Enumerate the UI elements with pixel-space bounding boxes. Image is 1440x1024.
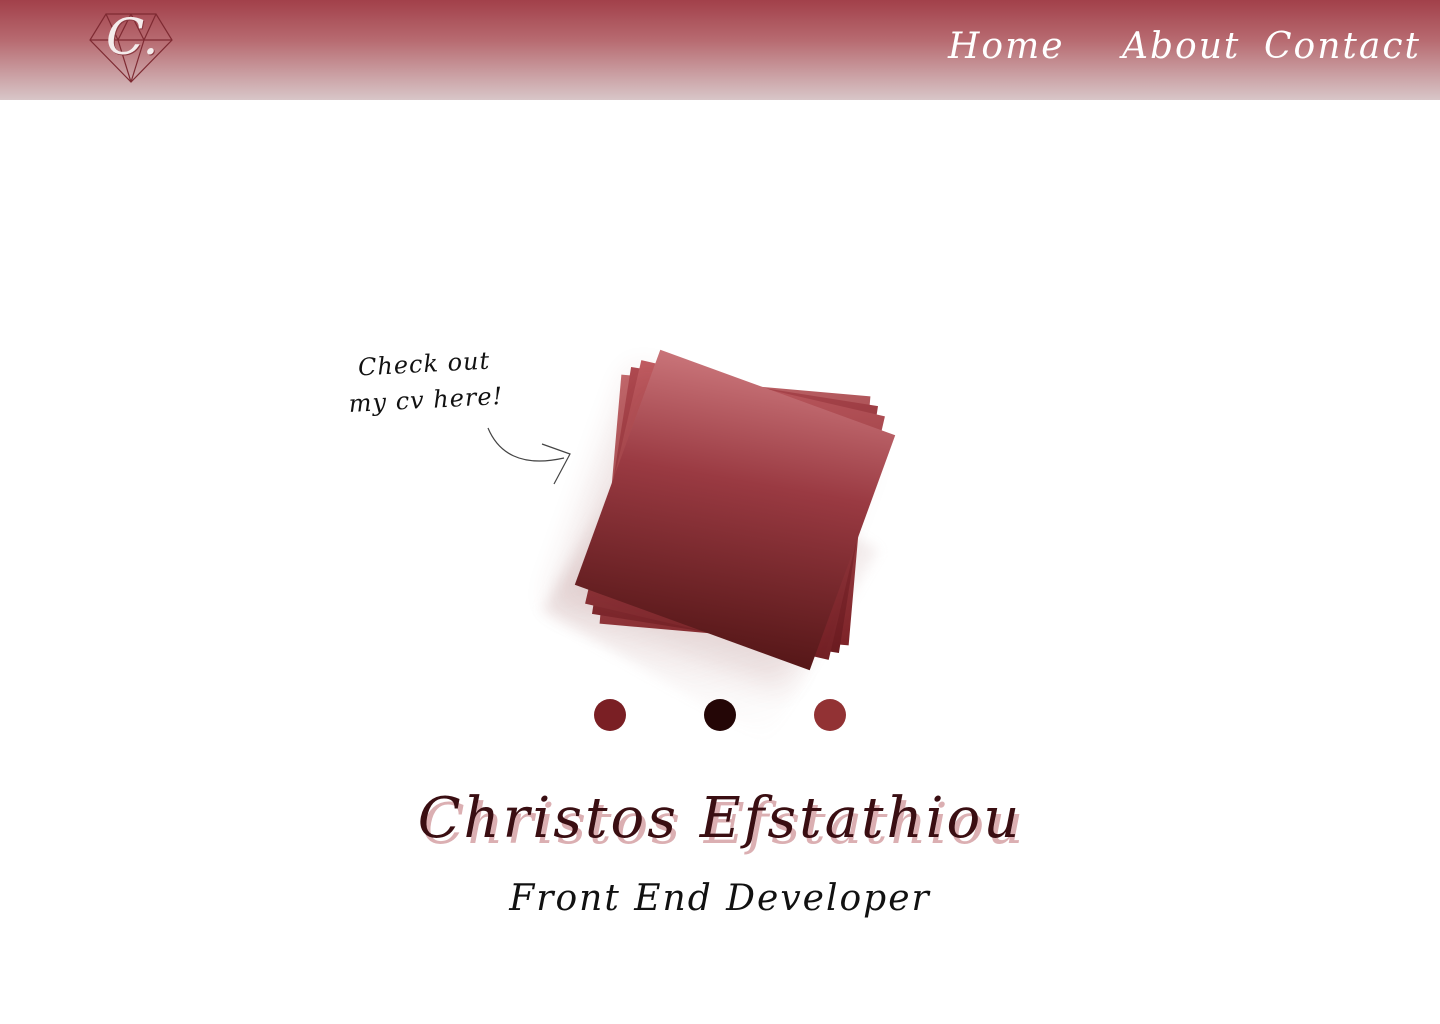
carousel-dot-2[interactable] bbox=[704, 699, 736, 731]
developer-name: Christos Efstathiou bbox=[417, 786, 1023, 851]
cv-card-stack[interactable] bbox=[540, 330, 920, 741]
carousel-dot-3[interactable] bbox=[814, 699, 846, 731]
carousel-dot-1[interactable] bbox=[594, 699, 626, 731]
nav-about-link[interactable]: About bbox=[1122, 26, 1240, 67]
logo[interactable]: C. bbox=[88, 10, 174, 84]
developer-role: Front End Developer bbox=[509, 878, 931, 919]
nav-contact-link[interactable]: Contact bbox=[1264, 26, 1421, 67]
cv-callout-note: Check out my cv here! bbox=[338, 342, 512, 423]
logo-letter: C. bbox=[106, 8, 159, 66]
nav-home-link[interactable]: Home bbox=[948, 26, 1065, 67]
page: C. Home About Contact Check out my cv he… bbox=[0, 0, 1440, 1024]
cv-note-line-2: my cv here! bbox=[348, 381, 504, 419]
header-bar: C. Home About Contact bbox=[0, 0, 1440, 100]
